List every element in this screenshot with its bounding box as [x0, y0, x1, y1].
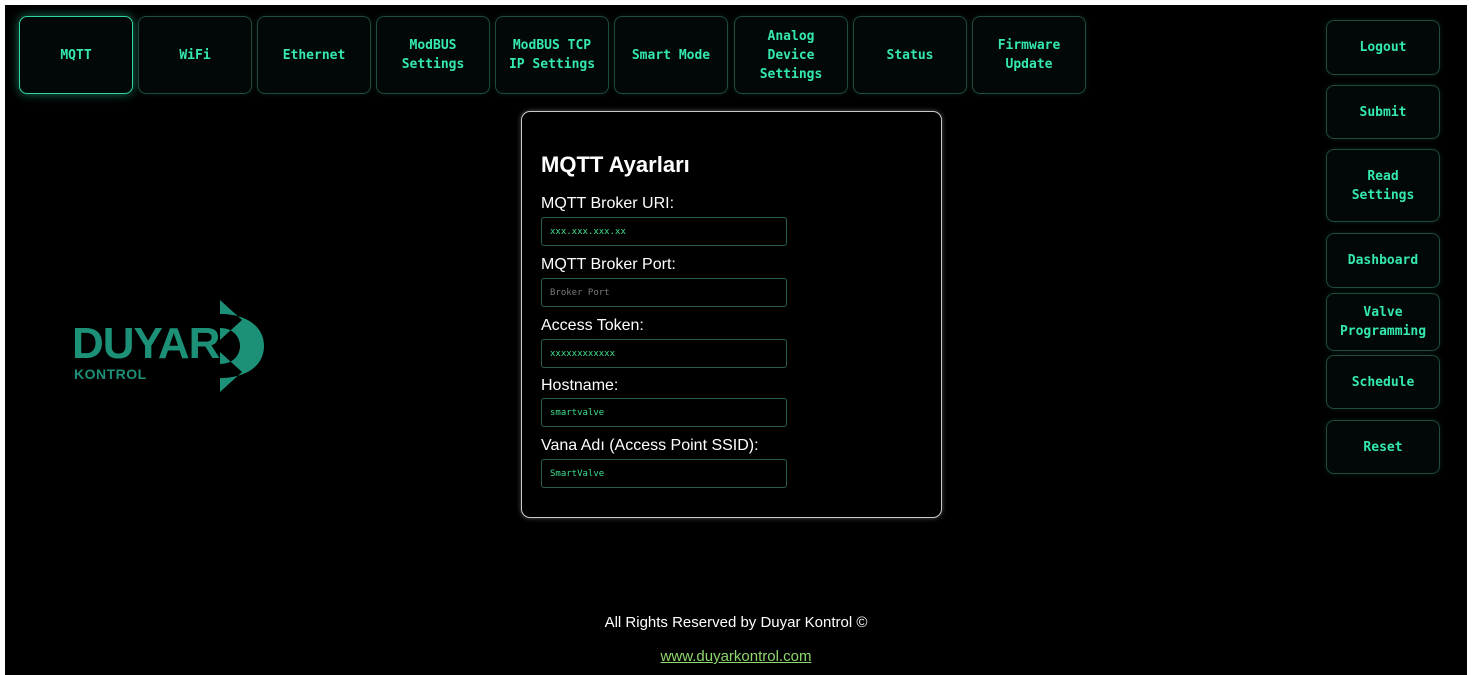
schedule-button[interactable]: Schedule	[1326, 355, 1440, 409]
broker-uri-label: MQTT Broker URI:	[541, 195, 675, 212]
ssid-label: Vana Adı (Access Point SSID):	[541, 437, 759, 454]
hostname-label: Hostname:	[541, 377, 619, 394]
mqtt-settings-card: MQTT Ayarları MQTT Broker URI: MQTT Brok…	[521, 111, 942, 518]
tab-status[interactable]: Status	[853, 16, 967, 94]
tab-firmware-update[interactable]: Firmware Update	[972, 16, 1086, 94]
tab-modbus-tcp-ip-settings[interactable]: ModBUS TCP IP Settings	[495, 16, 609, 94]
duyar-kontrol-logo: DUYAR KONTROL	[72, 292, 292, 400]
broker-uri-input[interactable]	[541, 217, 787, 246]
circular-arrow-icon	[220, 300, 264, 392]
tab-modbus-settings[interactable]: ModBUS Settings	[376, 16, 490, 94]
tab-mqtt[interactable]: MQTT	[19, 16, 133, 94]
logo-wordmark: DUYAR	[72, 319, 220, 368]
read-settings-button[interactable]: Read Settings	[1326, 149, 1440, 222]
tab-wifi[interactable]: WiFi	[138, 16, 252, 94]
access-token-label: Access Token:	[541, 317, 644, 334]
website-link[interactable]: www.duyarkontrol.com	[661, 648, 812, 665]
dashboard-button[interactable]: Dashboard	[1326, 233, 1440, 288]
form-title: MQTT Ayarları	[541, 152, 690, 177]
logo-subtitle: KONTROL	[74, 366, 147, 382]
valve-programming-button[interactable]: Valve Programming	[1326, 293, 1440, 351]
logout-button[interactable]: Logout	[1326, 20, 1440, 75]
reset-button[interactable]: Reset	[1326, 420, 1440, 474]
tab-analog-device-settings[interactable]: Analog Device Settings	[734, 16, 848, 94]
hostname-input[interactable]	[541, 398, 787, 427]
footer-copyright: All Rights Reserved by Duyar Kontrol ©	[604, 614, 868, 631]
tab-smart-mode[interactable]: Smart Mode	[614, 16, 728, 94]
broker-port-input[interactable]	[541, 278, 787, 307]
footer-link-row: www.duyarkontrol.com	[5, 648, 1467, 665]
tab-ethernet[interactable]: Ethernet	[257, 16, 371, 94]
submit-button[interactable]: Submit	[1326, 85, 1440, 139]
access-token-input[interactable]	[541, 339, 787, 368]
ssid-input[interactable]	[541, 459, 787, 488]
app-screen: MQTT WiFi Ethernet ModBUS Settings ModBU…	[5, 5, 1467, 675]
broker-port-label: MQTT Broker Port:	[541, 256, 676, 273]
